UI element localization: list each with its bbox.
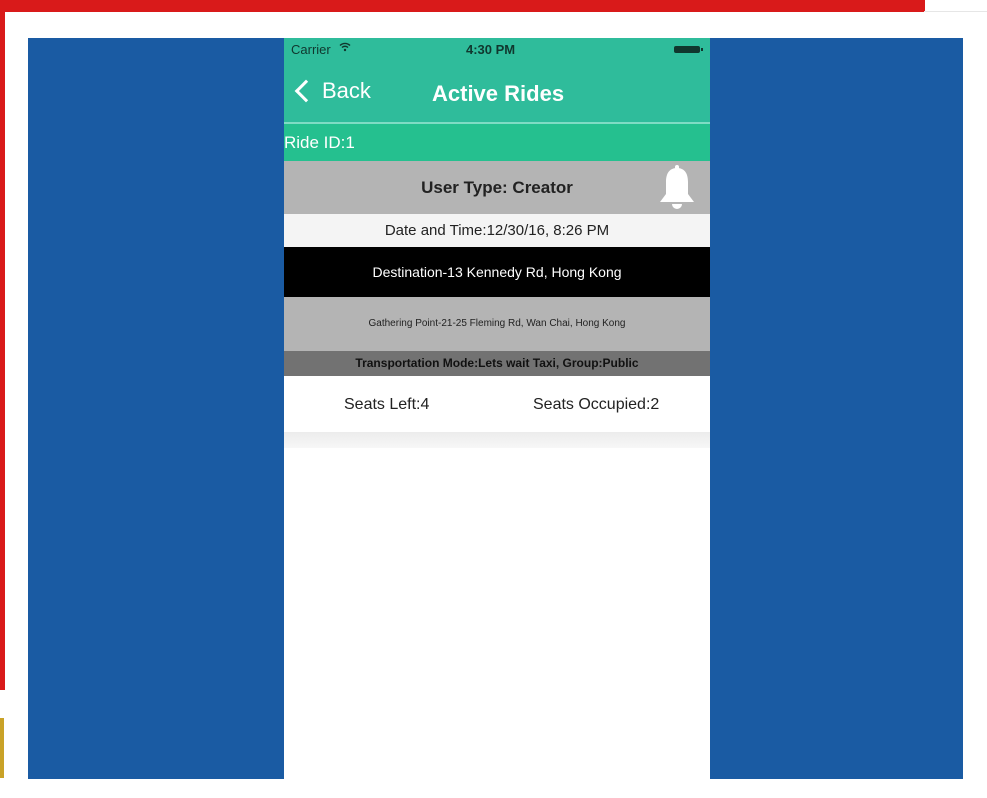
wifi-icon bbox=[339, 42, 351, 55]
status-time: 4:30 PM bbox=[466, 42, 516, 57]
gathering-point-label: Gathering Point-21-25 Fleming Rd, Wan Ch… bbox=[368, 318, 626, 329]
nav-bar: Back Active Rides bbox=[284, 60, 710, 122]
destination-bar: Destination-13 Kennedy Rd, Hong Kong bbox=[284, 247, 710, 297]
transport-label: Transportation Mode:Lets wait Taxi, Grou… bbox=[355, 356, 639, 370]
back-button[interactable]: Back bbox=[292, 74, 371, 108]
slide-left-band bbox=[0, 0, 5, 690]
chevron-left-icon bbox=[294, 79, 318, 103]
slide-top-band bbox=[0, 0, 925, 12]
slide-edge-line bbox=[924, 11, 987, 12]
seats-left-label: Seats Left:4 bbox=[344, 396, 430, 413]
battery-icon bbox=[674, 46, 703, 53]
ride-id-label: Ride ID:1 bbox=[284, 133, 355, 152]
ride-id-bar: Ride ID:1 bbox=[284, 124, 710, 161]
date-time-bar: Date and Time:12/30/16, 8:26 PM bbox=[284, 214, 710, 247]
seats-occupied-label: Seats Occupied:2 bbox=[533, 396, 660, 413]
ride-card-bottom bbox=[284, 432, 710, 448]
bell-icon[interactable] bbox=[656, 164, 698, 214]
slide-left-accent bbox=[0, 718, 4, 778]
seats-row: Seats Left:4 Seats Occupied:2 bbox=[284, 376, 710, 432]
page-title: Active Rides bbox=[432, 81, 565, 106]
user-type-bar: User Type: Creator bbox=[284, 161, 710, 214]
slide-top-band-tip bbox=[905, 0, 923, 12]
user-type-label: User Type: Creator bbox=[421, 178, 573, 197]
destination-label: Destination-13 Kennedy Rd, Hong Kong bbox=[372, 264, 622, 280]
status-bar: Carrier 4:30 PM bbox=[284, 38, 710, 60]
phone-screen: Carrier 4:30 PM Back Active Rides Ride I… bbox=[284, 38, 710, 779]
status-carrier: Carrier bbox=[291, 42, 331, 57]
back-label: Back bbox=[322, 78, 371, 103]
date-time-label: Date and Time:12/30/16, 8:26 PM bbox=[384, 222, 610, 239]
transport-bar: Transportation Mode:Lets wait Taxi, Grou… bbox=[284, 351, 710, 376]
gathering-point-bar: Gathering Point-21-25 Fleming Rd, Wan Ch… bbox=[284, 297, 710, 351]
